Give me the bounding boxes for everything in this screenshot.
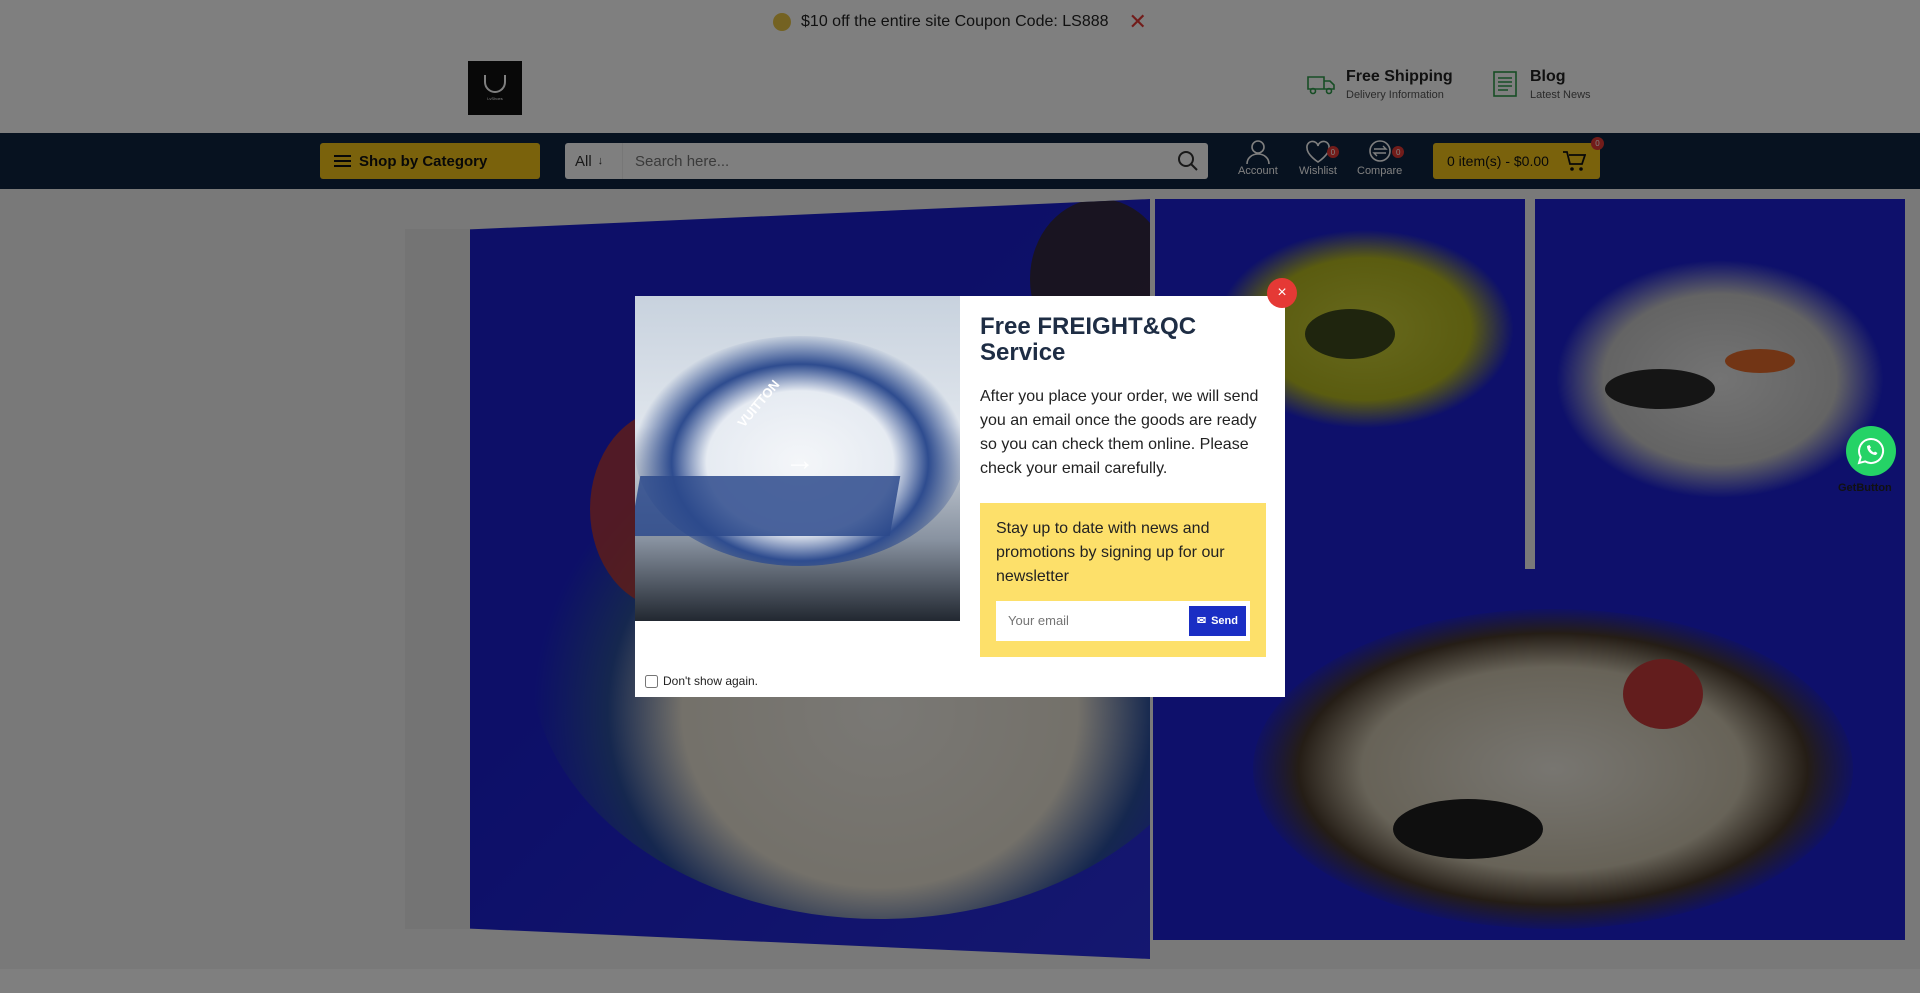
- newsletter-popup: VUITTON → × Free FREIGHT&QC Service Afte…: [635, 278, 1297, 697]
- email-input[interactable]: [1008, 613, 1189, 629]
- send-label: Send: [1211, 614, 1238, 627]
- newsletter-box: Stay up to date with news and promotions…: [980, 502, 1266, 657]
- dont-show-label: Don't show again.: [663, 674, 759, 688]
- newsletter-text: Stay up to date with news and promotions…: [996, 519, 1225, 585]
- popup-title: Free FREIGHT&QC Service: [980, 313, 1197, 367]
- envelope-icon: ✉: [1196, 615, 1207, 628]
- newsletter-form: ✉ Send: [996, 600, 1250, 641]
- send-button[interactable]: ✉ Send: [1188, 605, 1246, 636]
- whatsapp-button[interactable]: [1846, 426, 1896, 476]
- whatsapp-icon: [1857, 437, 1885, 465]
- popup-description: After you place your order, we will send…: [980, 387, 1259, 477]
- dont-show-checkbox[interactable]: [645, 674, 658, 688]
- arrow-right-icon: →: [785, 444, 815, 477]
- popup-image: VUITTON →: [635, 296, 960, 621]
- getbutton-label: GetButton: [1838, 482, 1892, 494]
- popup-content: Free FREIGHT&QC Service After you place …: [980, 313, 1270, 657]
- popup-close-button[interactable]: ×: [1267, 278, 1297, 308]
- dont-show-again[interactable]: Don't show again.: [645, 674, 758, 688]
